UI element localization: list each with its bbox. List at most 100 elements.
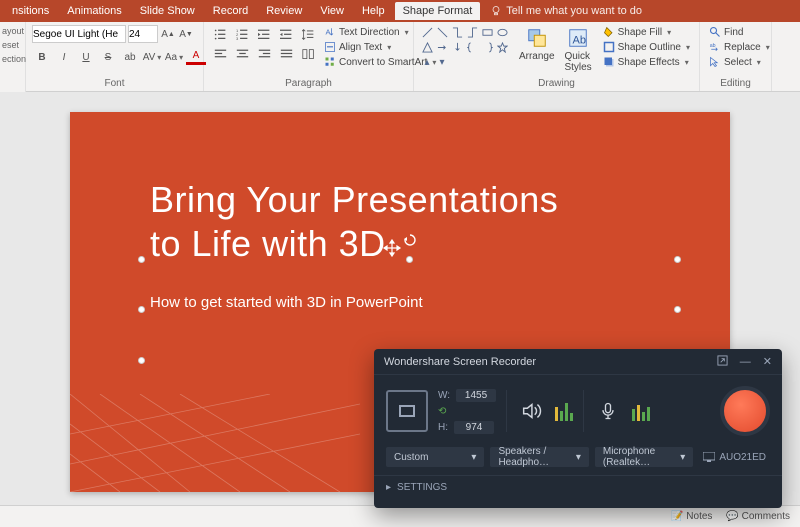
underline-button[interactable]: U (76, 48, 96, 66)
align-left-button[interactable] (210, 45, 230, 63)
svg-text:3: 3 (236, 36, 239, 41)
mic-audio-meter (632, 401, 650, 421)
ribbon: A▲ A▼ B I U S ab AV▾ Aa▾ A Font 123 (0, 22, 800, 92)
bold-button[interactable]: B (32, 48, 52, 66)
shape-arrowr-icon[interactable] (435, 40, 449, 54)
bullets-button[interactable] (210, 25, 230, 43)
justify-button[interactable] (276, 45, 296, 63)
line-spacing-button[interactable] (298, 25, 318, 43)
screen-recorder-window[interactable]: Wondershare Screen Recorder — ✕ W: 1455 ⟲… (374, 349, 782, 508)
slide-decor-icon (70, 394, 360, 492)
svg-text:Ab: Ab (573, 35, 586, 47)
microphone-button[interactable] (594, 397, 622, 425)
close-icon[interactable]: ✕ (763, 355, 772, 368)
select-button[interactable]: Select▾ (706, 55, 773, 69)
align-center-button[interactable] (232, 45, 252, 63)
tab-nsitions[interactable]: nsitions (4, 2, 57, 20)
shape-brace2-icon[interactable] (480, 40, 494, 54)
width-label: W: (438, 390, 450, 401)
record-button[interactable] (720, 386, 770, 436)
lock-aspect-icon[interactable]: ⟲ (438, 406, 446, 417)
speakers-select[interactable]: Speakers / Headpho…▾ (490, 447, 588, 467)
arrange-button[interactable]: Arrange (517, 25, 557, 64)
settings-toggle[interactable]: ▸SETTINGS (374, 475, 782, 499)
tell-me-search[interactable]: Tell me what you want to do (490, 5, 642, 17)
shape-connector2-icon[interactable] (465, 25, 479, 39)
ribbon-tabs: nsitionsAnimationsSlide ShowRecordReview… (0, 0, 800, 22)
italic-button[interactable]: I (54, 48, 74, 66)
tab-help[interactable]: Help (354, 2, 393, 20)
comments-button[interactable]: 💬 Comments (726, 511, 790, 522)
shape-rect-icon[interactable] (480, 25, 494, 39)
popout-icon[interactable] (717, 355, 728, 369)
drawing-group-label: Drawing (420, 78, 693, 91)
reset-stub: eset (2, 40, 23, 50)
resize-handle[interactable] (138, 306, 145, 313)
editing-group-label: Editing (706, 78, 765, 91)
columns-button[interactable] (298, 45, 318, 63)
increase-indent-button[interactable] (276, 25, 296, 43)
monitor-select[interactable]: AUO21ED (699, 452, 770, 463)
capture-width-input[interactable]: 1455 (456, 389, 496, 402)
decrease-indent-button[interactable] (254, 25, 274, 43)
shape-oval-icon[interactable] (495, 25, 509, 39)
minimize-icon[interactable]: — (740, 356, 751, 368)
resize-handle[interactable] (138, 357, 145, 364)
svg-text:ab: ab (710, 43, 716, 49)
status-bar: 📝 Notes 💬 Comments (0, 505, 800, 527)
tab-view[interactable]: View (312, 2, 352, 20)
shape-arrowd-icon[interactable] (450, 40, 464, 54)
font-family-select[interactable] (32, 25, 126, 43)
capture-mode-select[interactable]: Custom▾ (386, 447, 484, 467)
strike-button[interactable]: S (98, 48, 118, 66)
shapes-gallery[interactable]: ▴ ▾ (420, 25, 514, 69)
resize-handle[interactable] (674, 306, 681, 313)
resize-handle[interactable] (674, 256, 681, 263)
quick-styles-button[interactable]: Ab Quick Styles (560, 25, 597, 75)
tab-review[interactable]: Review (258, 2, 310, 20)
selection-box[interactable] (142, 260, 677, 360)
tab-shape-format[interactable]: Shape Format (395, 2, 481, 20)
shape-star-icon[interactable] (495, 40, 509, 54)
resize-handle[interactable] (406, 256, 413, 263)
tab-slide-show[interactable]: Slide Show (132, 2, 203, 20)
capture-height-input[interactable]: 974 (454, 421, 494, 434)
font-size-select[interactable] (128, 25, 158, 43)
shadow-button[interactable]: ab (120, 48, 140, 66)
decrease-font-icon[interactable]: A▼ (178, 26, 194, 42)
shape-fill-button[interactable]: Shape Fill▾ (600, 25, 693, 39)
tab-animations[interactable]: Animations (59, 2, 129, 20)
shape-scroll-up-icon[interactable]: ▴ (420, 55, 434, 69)
replace-button[interactable]: abReplace▾ (706, 40, 773, 54)
shape-scroll-down-icon[interactable]: ▾ (435, 55, 449, 69)
slide-title: Bring Your Presentations to Life with 3D (150, 178, 558, 266)
font-group-label: Font (32, 78, 197, 91)
shape-brace-icon[interactable] (465, 40, 479, 54)
shape-line-icon[interactable] (420, 25, 434, 39)
font-color-button[interactable]: A (186, 50, 206, 65)
align-right-button[interactable] (254, 45, 274, 63)
height-label: H: (438, 422, 448, 433)
system-audio-button[interactable] (517, 397, 545, 425)
resize-handle[interactable] (138, 256, 145, 263)
layout-stub: ayout (2, 26, 23, 36)
tab-record[interactable]: Record (205, 2, 256, 20)
shape-connector-icon[interactable] (450, 25, 464, 39)
find-button[interactable]: Find (706, 25, 773, 39)
rotate-handle-icon[interactable] (404, 234, 416, 246)
shape-effects-button[interactable]: Shape Effects▾ (600, 55, 693, 69)
shape-triangle-icon[interactable] (420, 40, 434, 54)
increase-font-icon[interactable]: A▲ (160, 26, 176, 42)
paragraph-group-label: Paragraph (210, 78, 407, 91)
lightbulb-icon (490, 5, 502, 17)
capture-area-button[interactable] (386, 390, 428, 432)
system-audio-meter (555, 401, 573, 421)
change-case-button[interactable]: Aa▾ (164, 48, 184, 66)
recorder-title: Wondershare Screen Recorder (384, 356, 536, 368)
shape-outline-button[interactable]: Shape Outline▾ (600, 40, 693, 54)
shape-line2-icon[interactable] (435, 25, 449, 39)
char-spacing-button[interactable]: AV▾ (142, 48, 162, 66)
microphone-select[interactable]: Microphone (Realtek…▾ (595, 447, 693, 467)
notes-button[interactable]: 📝 Notes (671, 511, 712, 522)
numbering-button[interactable]: 123 (232, 25, 252, 43)
